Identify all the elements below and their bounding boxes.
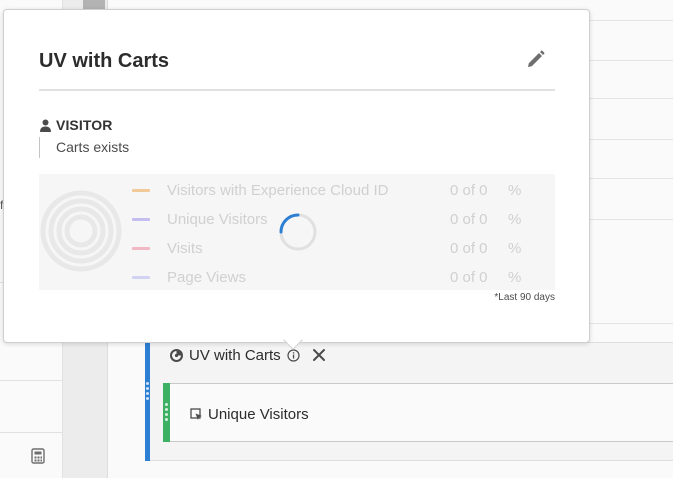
stat-percent: %: [508, 210, 522, 228]
stat-row: Unique Visitors 0 of 0 %: [132, 209, 521, 229]
stat-swatch: [132, 188, 150, 192]
metric-icon: [190, 407, 202, 420]
stat-swatch: [132, 275, 150, 279]
segment-title[interactable]: UV with Carts: [189, 347, 281, 364]
segment-stats-panel: Visitors with Experience Cloud ID 0 of 0…: [39, 174, 555, 290]
segment-drag-handle[interactable]: [145, 342, 150, 461]
segment-header: UV with Carts: [170, 345, 326, 365]
metric-header: Unique Visitors: [190, 404, 309, 424]
row-divider: [588, 20, 673, 21]
stat-count: 0 of 0: [450, 268, 488, 286]
segment-info-popover: UV with Carts VISITOR Carts exists Visit…: [3, 9, 590, 343]
stat-name: Page Views: [167, 268, 246, 286]
stat-row: Page Views 0 of 0 %: [132, 267, 521, 287]
calculator-icon[interactable]: [31, 448, 45, 464]
donut-chart-placeholder: [40, 190, 122, 272]
stat-percent: %: [508, 268, 522, 286]
row-divider: [588, 98, 673, 99]
loading-spinner-icon: [279, 213, 317, 251]
stat-swatch: [132, 217, 150, 221]
title-divider: [39, 89, 555, 91]
close-icon[interactable]: [312, 348, 326, 362]
container-label: VISITOR: [39, 117, 112, 133]
stat-percent: %: [508, 181, 522, 199]
segment-icon: [170, 348, 183, 362]
stat-swatch: [132, 246, 150, 250]
stat-row: Visits 0 of 0 %: [132, 238, 521, 258]
date-range-footnote: *Last 90 days: [494, 292, 555, 303]
rail-divider: [0, 432, 63, 433]
rail-divider: [0, 380, 63, 381]
metric-title[interactable]: Unique Visitors: [208, 406, 309, 423]
row-divider: [588, 139, 673, 140]
row-divider: [588, 178, 673, 179]
stat-name: Visitors with Experience Cloud ID: [167, 181, 389, 199]
row-divider: [588, 219, 673, 220]
metric-drag-handle[interactable]: [163, 383, 170, 442]
stat-count: 0 of 0: [450, 210, 488, 228]
container-label-text: VISITOR: [56, 117, 113, 133]
info-icon[interactable]: [287, 348, 300, 362]
popover-title: UV with Carts: [39, 50, 170, 72]
row-divider: [588, 60, 673, 61]
stat-count: 0 of 0: [450, 239, 488, 257]
stat-row: Visitors with Experience Cloud ID 0 of 0…: [132, 180, 521, 200]
stat-percent: %: [508, 239, 522, 257]
rule-text: Carts exists: [56, 139, 130, 155]
person-icon: [40, 119, 51, 132]
edit-pencil-icon[interactable]: [526, 50, 545, 69]
stat-count: 0 of 0: [450, 181, 488, 199]
segment-rule: Carts exists: [39, 137, 129, 158]
